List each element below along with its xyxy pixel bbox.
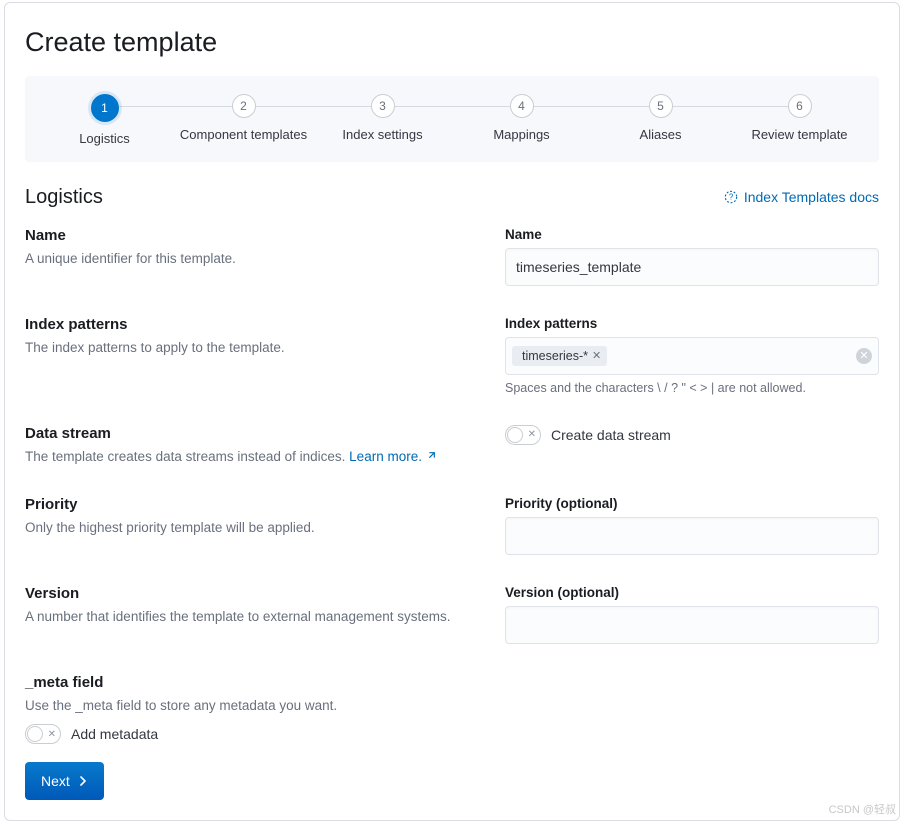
step-number: 4 — [510, 94, 534, 118]
version-field-label: Version (optional) — [505, 585, 879, 600]
name-input[interactable] — [505, 248, 879, 286]
pill-label: timeseries-* — [522, 349, 588, 363]
step-component-templates[interactable]: 2 Component templates — [174, 94, 313, 148]
step-number: 5 — [649, 94, 673, 118]
step-logistics[interactable]: 1 Logistics — [35, 94, 174, 148]
help-icon: ? — [724, 190, 738, 204]
next-button[interactable]: Next — [25, 762, 104, 800]
step-number: 3 — [371, 94, 395, 118]
step-label: Review template — [730, 126, 869, 144]
index-patterns-field-label: Index patterns — [505, 316, 879, 331]
meta-group-desc: Use the _meta field to store any metadat… — [25, 697, 879, 716]
step-index-settings[interactable]: 3 Index settings — [313, 94, 452, 148]
add-metadata-label: Add metadata — [71, 726, 158, 742]
remove-pill-icon[interactable]: ✕ — [592, 349, 601, 362]
chevron-right-icon — [78, 776, 88, 786]
priority-group-desc: Only the highest priority template will … — [25, 519, 465, 538]
add-metadata-toggle[interactable]: ✕ — [25, 724, 61, 744]
version-group-desc: A number that identifies the template to… — [25, 608, 465, 627]
clear-all-icon[interactable]: ✕ — [856, 348, 872, 364]
external-link-icon — [426, 451, 436, 461]
index-pattern-pill[interactable]: timeseries-* ✕ — [512, 346, 607, 366]
svg-text:?: ? — [729, 193, 734, 202]
wizard-stepper: 1 Logistics 2 Component templates 3 Inde… — [25, 76, 879, 162]
watermark: CSDN @轻叔 — [829, 801, 896, 817]
index-patterns-group-title: Index patterns — [25, 316, 465, 333]
step-aliases[interactable]: 5 Aliases — [591, 94, 730, 148]
index-patterns-help: Spaces and the characters \ / ? " < > | … — [505, 381, 879, 395]
version-group-title: Version — [25, 585, 465, 602]
index-templates-docs-link[interactable]: ? Index Templates docs — [724, 189, 879, 205]
section-title: Logistics — [25, 186, 103, 209]
name-group-title: Name — [25, 227, 465, 244]
index-patterns-combobox[interactable]: timeseries-* ✕ ✕ — [505, 337, 879, 375]
name-field-label: Name — [505, 227, 879, 242]
page-title: Create template — [25, 27, 879, 58]
create-data-stream-toggle[interactable]: ✕ — [505, 425, 541, 445]
step-review-template[interactable]: 6 Review template — [730, 94, 869, 148]
step-label: Logistics — [35, 130, 174, 148]
priority-field-label: Priority (optional) — [505, 496, 879, 511]
step-mappings[interactable]: 4 Mappings — [452, 94, 591, 148]
step-label: Mappings — [452, 126, 591, 144]
name-group-desc: A unique identifier for this template. — [25, 250, 465, 269]
step-number: 1 — [91, 94, 119, 122]
create-template-panel: Create template 1 Logistics 2 Component … — [4, 2, 900, 821]
index-patterns-group-desc: The index patterns to apply to the templ… — [25, 339, 465, 358]
learn-more-link[interactable]: Learn more. — [349, 449, 436, 464]
step-number: 2 — [232, 94, 256, 118]
toggle-off-icon: ✕ — [528, 429, 536, 440]
version-input[interactable] — [505, 606, 879, 644]
priority-input[interactable] — [505, 517, 879, 555]
step-label: Component templates — [174, 126, 313, 144]
step-label: Aliases — [591, 126, 730, 144]
priority-group-title: Priority — [25, 496, 465, 513]
toggle-off-icon: ✕ — [48, 729, 56, 740]
step-label: Index settings — [313, 126, 452, 144]
docs-link-label: Index Templates docs — [744, 189, 879, 205]
next-button-label: Next — [41, 773, 70, 789]
data-stream-group-desc: The template creates data streams instea… — [25, 448, 465, 467]
step-number: 6 — [788, 94, 812, 118]
create-data-stream-label: Create data stream — [551, 427, 671, 443]
meta-group-title: _meta field — [25, 674, 879, 691]
data-stream-group-title: Data stream — [25, 425, 465, 442]
